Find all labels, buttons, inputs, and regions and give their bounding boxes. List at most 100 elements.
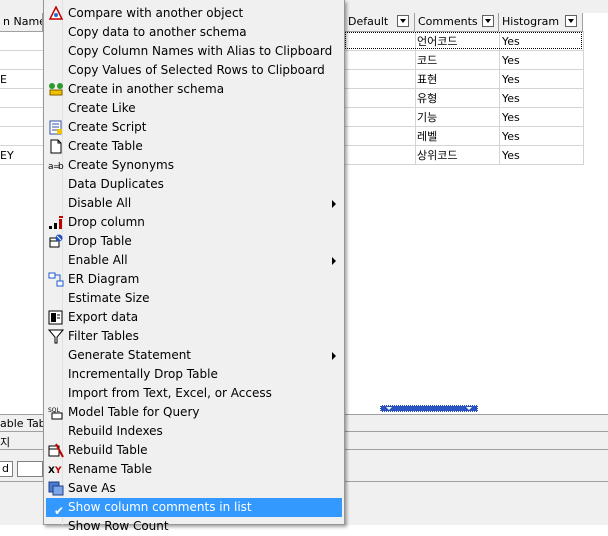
comment-cell[interactable]: 표현 (417, 70, 437, 89)
menu-item-create-in-another-schema[interactable]: Create in another schema (46, 80, 342, 99)
menu-item-label: Create Script (68, 120, 147, 134)
menu-item-label: Show Row Count (68, 519, 169, 533)
compare-icon (48, 5, 64, 21)
menu-item-filter-tables[interactable]: Filter Tables (46, 327, 342, 346)
menu-item-label: Copy data to another schema (68, 25, 247, 39)
horizontal-scroll-thumb[interactable] (380, 405, 478, 412)
status-field (17, 461, 43, 477)
histogram-cell[interactable]: Yes (502, 127, 520, 146)
focused-row-outline (345, 32, 582, 49)
menu-item-label: Data Duplicates (68, 177, 164, 191)
filter-icon (47, 329, 65, 344)
grid-column-divider (415, 31, 416, 165)
menu-item-incrementally-drop-table[interactable]: Incrementally Drop Table (46, 365, 342, 384)
rebuild-icon (48, 443, 64, 458)
menu-item-rebuild-indexes[interactable]: Rebuild Indexes (46, 422, 342, 441)
table-cell[interactable]: E (0, 70, 7, 89)
menu-item-create-script[interactable]: Create Script (46, 118, 342, 137)
menu-item-label: Rename Table (68, 462, 153, 476)
status-text: d (2, 462, 9, 475)
column-header-comments[interactable]: Comments (415, 13, 499, 31)
create-schema-icon (48, 82, 64, 97)
script-icon (48, 120, 64, 135)
menu-item-drop-table[interactable]: Drop Table (46, 232, 342, 251)
menu-item-label: Create Synonyms (68, 158, 175, 172)
menu-item-rebuild-table[interactable]: Rebuild Table (46, 441, 342, 460)
menu-item-show-column-comments-in-list[interactable]: ✔ Show column comments in list (46, 498, 342, 518)
menu-item-import-from-text-excel-or-access[interactable]: Import from Text, Excel, or Access (46, 384, 342, 403)
menu-item-er-diagram[interactable]: ER Diagram (46, 270, 342, 289)
column-filter-dropdown[interactable] (565, 15, 577, 27)
menu-item-rename-table[interactable]: X Y Rename Table (46, 460, 342, 479)
submenu-arrow-icon (332, 352, 336, 360)
menu-item-show-row-count[interactable]: Show Row Count (46, 517, 342, 536)
menu-item-generate-statement[interactable]: Generate Statement (46, 346, 342, 365)
menu-item-label: Disable All (68, 196, 132, 210)
er-diagram-icon (48, 272, 64, 287)
column-header-histogram[interactable]: Histogram (499, 13, 583, 31)
synonym-icon: a = b (48, 158, 64, 173)
column-filter-dropdown[interactable] (482, 15, 494, 27)
menu-item-drop-column[interactable]: Drop column (46, 213, 342, 232)
comment-cell[interactable]: 코드 (417, 51, 437, 70)
menu-item-create-like[interactable]: Create Like (46, 99, 342, 118)
menu-item-label: Show column comments in list (68, 500, 252, 514)
scroll-arrow-icon (466, 407, 472, 410)
check-icon: ✔ (54, 504, 65, 518)
menu-item-label: Drop column (68, 215, 145, 229)
comment-cell[interactable]: 상위코드 (417, 146, 457, 165)
comment-cell[interactable]: 기능 (417, 108, 437, 127)
menu-item-copy-values-of-selected-rows-to-clipboard[interactable]: Copy Values of Selected Rows to Clipboar… (46, 61, 342, 80)
menu-item-label: Rebuild Indexes (68, 424, 163, 438)
menu-item-copy-data-to-another-schema[interactable]: Copy data to another schema (46, 23, 342, 42)
menu-item-enable-all[interactable]: Enable All (46, 251, 342, 270)
svg-text:X: X (48, 466, 55, 476)
menu-item-data-duplicates[interactable]: Data Duplicates (46, 175, 342, 194)
menu-item-label: Create Table (68, 139, 143, 153)
menu-item-create-synonyms[interactable]: a = b Create Synonyms (46, 156, 342, 175)
histogram-cell[interactable]: Yes (502, 70, 520, 89)
menu-item-estimate-size[interactable]: Estimate Size (46, 289, 342, 308)
histogram-cell[interactable]: Yes (502, 89, 520, 108)
menu-item-label: Model Table for Query (68, 405, 200, 419)
column-header-label: n Name (3, 15, 43, 28)
menu-item-label: Copy Values of Selected Rows to Clipboar… (68, 63, 325, 77)
histogram-cell[interactable]: Yes (502, 51, 520, 70)
menu-item-compare-with-another-object[interactable]: Compare with another object (46, 4, 342, 23)
column-header-label: Histogram (502, 15, 560, 28)
comment-cell[interactable]: 유형 (417, 89, 437, 108)
histogram-cell[interactable]: Yes (502, 146, 520, 165)
context-menu: Compare with another object Copy data to … (43, 0, 345, 533)
rename-icon: XY (48, 462, 64, 477)
column-header-label: Comments (418, 15, 478, 28)
menu-item-copy-column-names-with-alias-to-clipboard[interactable]: Copy Column Names with Alias to Clipboar… (46, 42, 342, 61)
sql-icon: SQL (48, 405, 64, 420)
menu-item-label: Drop Table (68, 234, 132, 248)
submenu-arrow-icon (332, 200, 336, 208)
row-label: 지 (0, 436, 11, 449)
histogram-cell[interactable]: Yes (502, 108, 520, 127)
column-filter-dropdown[interactable] (397, 15, 409, 27)
menu-item-export-data[interactable]: Export data (46, 308, 342, 327)
grid-column-divider (583, 31, 584, 165)
menu-item-label: Incrementally Drop Table (68, 367, 218, 381)
menu-item-label: Create Like (68, 101, 136, 115)
menu-item-label: Rebuild Table (68, 443, 148, 457)
menu-item-label: Enable All (68, 253, 128, 267)
menu-item-label: Import from Text, Excel, or Access (68, 386, 272, 400)
save-as-icon (48, 481, 64, 496)
menu-item-label: Export data (68, 310, 139, 324)
menu-item-create-table[interactable]: Create Table (46, 137, 342, 156)
grid-column-divider (499, 31, 500, 165)
menu-item-save-as[interactable]: Save As (46, 479, 342, 498)
drop-table-icon (48, 234, 64, 249)
comment-cell[interactable]: 레벨 (417, 127, 437, 146)
menu-item-model-table-for-query[interactable]: SQL Model Table for Query (46, 403, 342, 422)
column-header-label: Default (348, 15, 389, 28)
export-icon (48, 310, 64, 325)
column-header-default[interactable]: Default (345, 13, 415, 31)
menu-item-disable-all[interactable]: Disable All (46, 194, 342, 213)
status-field: d (0, 461, 13, 477)
table-cell[interactable]: EY (0, 146, 14, 165)
column-header-name[interactable]: n Name (0, 13, 43, 31)
